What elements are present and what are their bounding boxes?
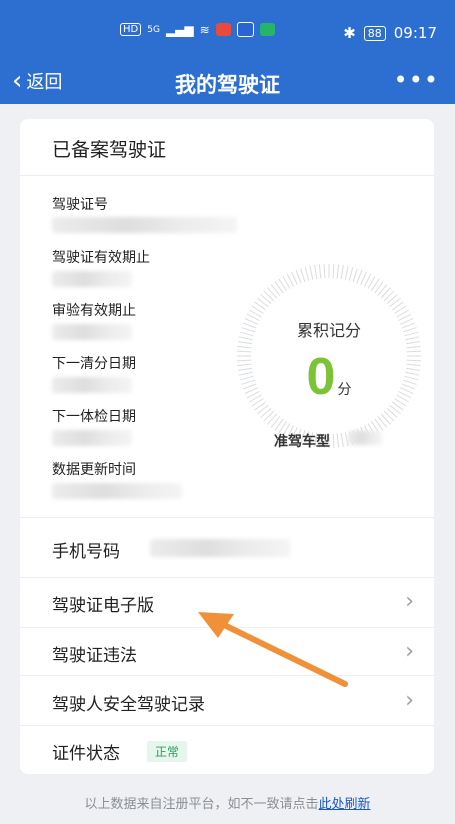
gauge-tick [356,269,363,284]
vehicle-type-label: 准驾车型 [274,434,330,450]
gauge-tick [318,264,322,279]
electronic-license-label: 驾驶证电子版 [52,596,154,616]
redacted-value [52,377,132,393]
status-icons: HD 5G ▂▄▆ ≋ [120,22,275,37]
gauge-tick [332,433,335,448]
footer-note: 以上数据来自注册平台，如不一致请点击此处刷新 [0,793,455,812]
gauge-tick [360,271,367,285]
divider [20,725,434,726]
gauge-tick [309,265,314,280]
gauge-tick [348,267,354,281]
gauge-tick [237,345,252,349]
card-title: 已备案驾驶证 [52,139,167,161]
review-expiry-label: 审验有效期止 [52,303,136,319]
gauge-tick [238,341,253,345]
footer-text: 以上数据来自注册平台，如不一致请点击 [84,797,319,812]
redacted-value [348,431,382,445]
gauge-tick [340,265,344,280]
next-clear-date-label: 下一清分日期 [52,356,136,372]
red-app-icon [215,23,231,36]
redacted-value [52,217,237,233]
gauge-tick [405,341,420,345]
more-icon[interactable]: ••• [394,66,439,94]
page-title: 我的驾驶证 [175,73,280,97]
gauge-tick [332,264,335,279]
divider [20,517,434,518]
gauge-tick [336,433,340,448]
redacted-value [52,483,182,499]
wifi-icon: ≋ [199,22,210,37]
violations-label: 驾驶证违法 [52,646,137,666]
divider [20,175,434,176]
signal-icon: ▂▄▆ [165,22,194,37]
status-right: ✱ 88 09:17 [343,24,437,42]
redacted-value [52,271,132,287]
battery-icon: 88 [363,25,386,41]
gauge-tick [291,271,298,285]
gauge-tick [323,264,326,279]
status-badge: 正常 [147,741,188,762]
network-5g-icon: 5G [147,24,160,35]
license-number-label: 驾驶证号 [52,197,108,213]
safe-driving-label: 驾驶人安全驾驶记录 [52,695,205,715]
bluetooth-icon: ✱ [343,24,356,42]
green-app-icon [259,23,275,36]
score-title: 累积记分 [296,321,361,340]
gauge-tick [406,345,421,349]
license-status-label: 证件状态 [52,744,120,764]
chevron-right-icon: › [405,589,414,614]
gauge-tick [340,432,344,447]
gauge-tick [295,269,302,284]
redacted-value [52,430,132,446]
refresh-link[interactable]: 此处刷新 [319,797,371,812]
redacted-value [150,539,290,557]
redacted-value [52,324,132,340]
nav-bar: ‹ 返回 我的驾驶证 ••• [0,60,455,104]
score-display: 0分 [234,349,424,405]
score-unit: 分 [337,382,352,398]
next-checkup-date-label: 下一体检日期 [52,409,136,425]
chevron-right-icon: › [405,639,414,664]
gauge-tick [336,264,340,279]
divider [20,577,434,578]
blue-app-icon [236,22,254,37]
clock: 09:17 [393,24,437,42]
hd-icon: HD [120,23,142,36]
score-value: 0 [306,348,336,406]
gauge-tick [344,265,349,280]
gauge-tick [304,267,310,281]
phone-label: 手机号码 [52,542,120,562]
license-expiry-label: 驾驶证有效期止 [52,250,150,266]
data-update-time-label: 数据更新时间 [52,462,136,478]
status-bar: HD 5G ▂▄▆ ≋ ✱ 88 09:17 [0,0,455,60]
annotation-arrow [198,612,348,687]
chevron-right-icon: › [405,688,414,713]
gauge-tick [352,268,358,282]
gauge-tick [300,268,306,282]
gauge-tick [314,265,318,280]
